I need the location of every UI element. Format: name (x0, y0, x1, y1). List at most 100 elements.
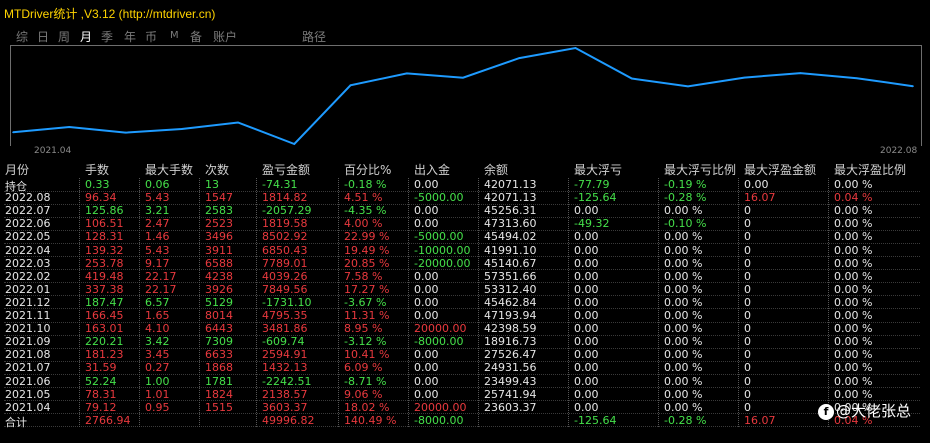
column-header: 出入金 (414, 163, 451, 177)
total-cell: 140.49 % (344, 413, 397, 427)
equity-point (743, 76, 746, 79)
toolbar-item-10[interactable]: 路径 (302, 28, 326, 45)
table-cell: 0.00 (414, 361, 439, 375)
table-cell: 2021.09 (5, 335, 51, 349)
total-cell: -0.28 % (664, 413, 707, 427)
table-cell: 0.00 (574, 230, 599, 244)
column-separator (139, 178, 140, 427)
toolbar-item-3[interactable]: 月 (80, 28, 92, 45)
table-cell: -20000.00 (414, 256, 471, 270)
column-separator (828, 178, 829, 427)
table-cell: 0.00 % (664, 269, 703, 283)
table-cell: 1.01 (145, 387, 170, 401)
column-separator (568, 178, 569, 427)
table-cell: 2021.12 (5, 295, 51, 309)
table-cell: 2021.06 (5, 374, 51, 388)
table-cell: -4.35 % (344, 204, 387, 218)
toolbar-item-1[interactable]: 日 (37, 28, 49, 45)
table-cell: 163.01 (85, 322, 124, 336)
equity-point (855, 77, 858, 80)
table-cell: 0.00 % (664, 361, 703, 375)
table-cell: 0.00 % (664, 348, 703, 362)
table-cell: 106.51 (85, 217, 124, 231)
row-separator (4, 216, 920, 218)
table-cell: 0.00 % (834, 217, 873, 231)
table-cell: 0.00 (574, 256, 599, 270)
column-separator (738, 178, 739, 427)
table-cell: 0.00 (574, 348, 599, 362)
table-cell: 2138.57 (262, 387, 308, 401)
toolbar-item-5[interactable]: 年 (124, 28, 136, 45)
table-cell: 0 (744, 243, 751, 257)
toolbar-item-2[interactable]: 周 (58, 28, 70, 45)
table-cell: 2021.05 (5, 387, 51, 401)
table-cell: 4.10 (145, 322, 170, 336)
table-cell: 23603.37 (484, 400, 537, 414)
equity-chart (10, 45, 922, 146)
table-cell: 0.00 (574, 269, 599, 283)
table-cell: 0.06 (145, 178, 170, 191)
table-cell: 3926 (205, 282, 233, 296)
table-cell: -1731.10 (262, 295, 312, 309)
table-cell: 47313.60 (484, 217, 537, 231)
weibo-logo-icon: f (818, 403, 834, 420)
table-cell: 2022.06 (5, 217, 51, 231)
table-cell: 18916.73 (484, 335, 537, 349)
table-cell: 0.00 (414, 282, 439, 296)
table-cell: 2021.08 (5, 348, 51, 362)
watermark-text: @大佬张总 (836, 402, 912, 420)
x-axis-start-label: 2021.04 (34, 146, 72, 156)
column-header: 百分比% (344, 163, 392, 177)
table-cell: 0.00 % (834, 243, 873, 257)
table-cell: 0 (744, 309, 751, 322)
table-cell: 79.12 (85, 400, 117, 414)
column-separator (256, 178, 257, 427)
table-cell: 9.17 (145, 256, 170, 270)
column-separator (408, 178, 409, 427)
toolbar-item-9[interactable]: 账户 (213, 28, 237, 45)
table-cell: 0.00 (414, 178, 439, 191)
toolbar-item-0[interactable]: 综 (16, 28, 28, 45)
column-header: 最大浮亏比例 (664, 163, 737, 177)
table-cell: 42071.13 (484, 191, 537, 205)
table-cell: 0.00 % (834, 269, 873, 283)
table-cell: 2022.05 (5, 230, 51, 244)
table-cell: 4795.35 (262, 309, 308, 322)
table-cell: 57351.66 (484, 269, 537, 283)
equity-point (462, 76, 464, 79)
toolbar-item-6[interactable]: 币 (145, 28, 157, 45)
table-cell: 0.00 (574, 282, 599, 296)
column-separator (79, 178, 80, 427)
table-cell: 6588 (205, 256, 233, 270)
table-cell: 3603.37 (262, 400, 308, 414)
table-cell: 0.00 (574, 309, 599, 322)
toolbar-item-4[interactable]: 季 (101, 28, 113, 45)
table-cell: 0.27 (145, 361, 170, 375)
equity-point (124, 131, 127, 134)
table-cell: -609.74 (262, 335, 305, 349)
table-cell: 45140.67 (484, 256, 537, 270)
column-header: 最大浮盈比例 (834, 163, 907, 177)
table-cell: 0 (744, 295, 751, 309)
table-cell: 10.41 % (344, 348, 390, 362)
table-cell: 1547 (205, 191, 233, 205)
table-cell: 6633 (205, 348, 233, 362)
table-cell: 5129 (205, 295, 233, 309)
table-cell: 0.00 % (664, 204, 703, 218)
table-cell: 11.31 % (344, 309, 390, 322)
toolbar-item-8[interactable]: 备 (190, 28, 202, 45)
table-cell: 22.17 (145, 269, 177, 283)
column-header: 最大浮亏 (574, 163, 623, 177)
toolbar-item-7[interactable]: M (170, 30, 179, 41)
table-cell: 0.33 (85, 178, 110, 191)
table-cell: 8502.92 (262, 230, 308, 244)
column-header: 手数 (85, 163, 110, 177)
equity-point (799, 72, 802, 74)
table-cell: 20.85 % (344, 256, 390, 270)
total-cell: 合计 (5, 415, 27, 429)
table-cell: 22.99 % (344, 230, 390, 244)
equity-line (12, 46, 914, 146)
x-axis-end-label: 2022.08 (880, 146, 918, 156)
table-cell: 22.17 (145, 282, 177, 296)
table-cell: 13 (205, 178, 219, 191)
